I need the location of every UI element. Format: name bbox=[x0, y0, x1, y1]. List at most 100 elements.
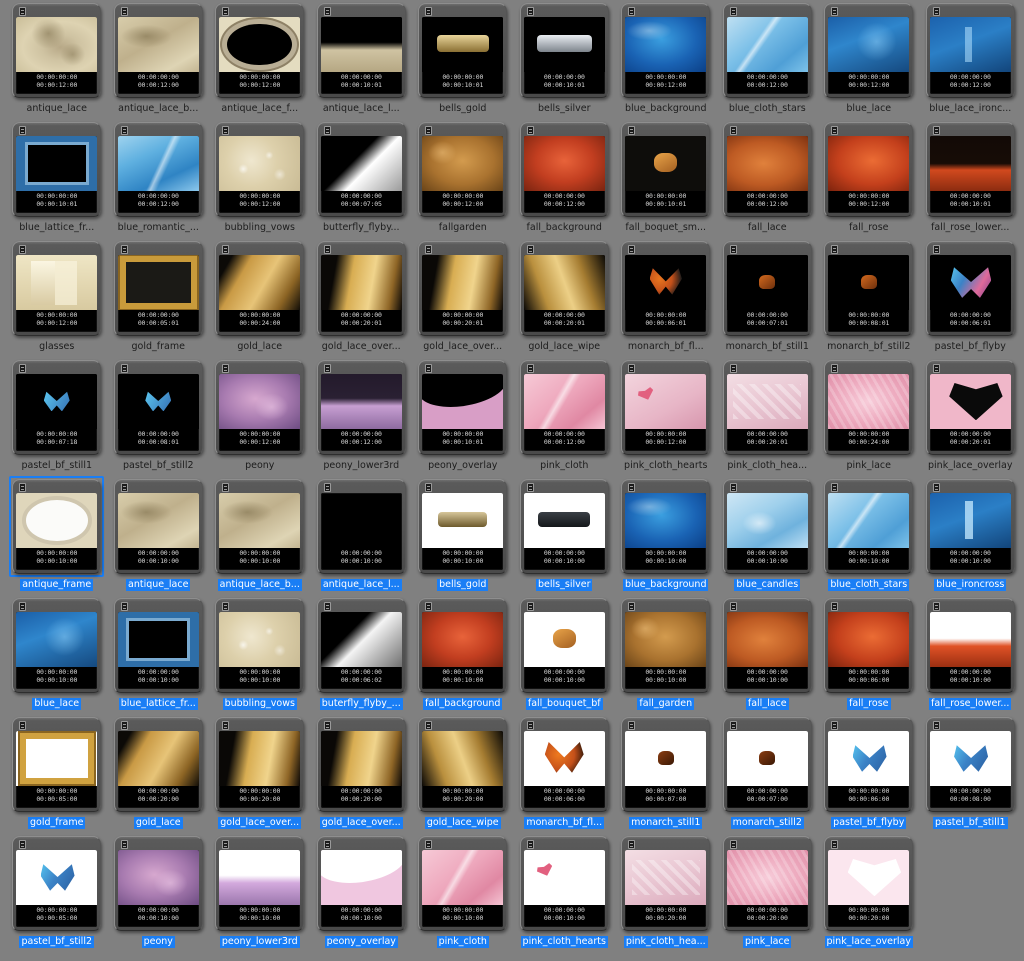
clip-card[interactable]: 00:00:00:00 00:00:10:00 bbox=[111, 833, 206, 934]
clip-label[interactable]: pastel_bf_still1 bbox=[932, 817, 1008, 829]
clip-label[interactable]: pink_cloth_hea... bbox=[623, 936, 708, 948]
clip-card[interactable]: 00:00:00:00 00:00:20:00 bbox=[618, 833, 713, 934]
clip-card-body[interactable]: 00:00:00:00 00:00:10:00 bbox=[215, 836, 305, 931]
clip-thumbnail-item[interactable]: 00:00:00:00 00:00:12:00 fall_background bbox=[514, 119, 616, 238]
clip-card[interactable]: 00:00:00:00 00:00:08:01 bbox=[111, 357, 206, 458]
clip-card[interactable]: 00:00:00:00 00:00:24:00 bbox=[821, 357, 916, 458]
clip-thumbnail-item[interactable]: 00:00:00:00 00:00:10:00 fall_background bbox=[412, 595, 514, 714]
clip-card[interactable]: 00:00:00:00 00:00:10:00 bbox=[212, 476, 307, 577]
clip-card[interactable]: 00:00:00:00 00:00:08:01 bbox=[821, 238, 916, 339]
clip-thumbnail-item[interactable]: 00:00:00:00 00:00:12:00 blue_lace bbox=[818, 0, 920, 119]
clip-card-body[interactable]: 00:00:00:00 00:00:08:01 bbox=[824, 241, 914, 336]
clip-thumbnail-item[interactable]: 00:00:00:00 00:00:07:00 monarch_still1 bbox=[615, 714, 717, 833]
clip-card-body[interactable]: 00:00:00:00 00:00:06:02 bbox=[316, 598, 406, 693]
clip-thumbnail-item[interactable]: 00:00:00:00 00:00:12:00 bubbling_vows bbox=[209, 119, 311, 238]
clip-thumbnail-item[interactable]: 00:00:00:00 00:00:10:00 bubbling_vows bbox=[209, 595, 311, 714]
clip-label[interactable]: antique_lace_b... bbox=[116, 103, 200, 115]
clip-card[interactable]: 00:00:00:00 00:00:10:00 bbox=[212, 833, 307, 934]
clip-card[interactable]: 00:00:00:00 00:00:07:18 bbox=[9, 357, 104, 458]
clip-card[interactable]: 00:00:00:00 00:00:20:01 bbox=[517, 238, 612, 339]
clip-thumbnail-item[interactable]: 00:00:00:00 00:00:10:01 antique_lace_l... bbox=[311, 0, 413, 119]
clip-card-body[interactable]: 00:00:00:00 00:00:10:00 bbox=[824, 479, 914, 574]
clip-card[interactable]: 00:00:00:00 00:00:10:01 bbox=[618, 119, 713, 220]
clip-card[interactable]: 00:00:00:00 00:00:12:00 bbox=[923, 0, 1018, 101]
clip-card-body[interactable]: 00:00:00:00 00:00:10:00 bbox=[621, 598, 711, 693]
clip-card-body[interactable]: 00:00:00:00 00:00:10:00 bbox=[925, 479, 1015, 574]
clip-thumbnail-item[interactable]: 00:00:00:00 00:00:10:00 blue_candles bbox=[717, 476, 819, 595]
clip-thumbnail-item[interactable]: 00:00:00:00 00:00:12:00 glasses bbox=[6, 238, 108, 357]
clip-card-body[interactable]: 00:00:00:00 00:00:10:00 bbox=[418, 598, 508, 693]
clip-card[interactable]: 00:00:00:00 00:00:07:05 bbox=[314, 119, 409, 220]
clip-label[interactable]: pink_cloth bbox=[538, 460, 590, 472]
clip-card-body[interactable]: 00:00:00:00 00:00:20:00 bbox=[418, 717, 508, 812]
clip-thumbnail-item[interactable]: 00:00:00:00 00:00:10:00 fall_lace bbox=[717, 595, 819, 714]
clip-label[interactable]: blue_lattice_fr... bbox=[118, 698, 198, 710]
clip-card-body[interactable]: 00:00:00:00 00:00:10:00 bbox=[519, 836, 609, 931]
clip-card-body[interactable]: 00:00:00:00 00:00:10:01 bbox=[925, 122, 1015, 217]
clip-card[interactable]: 00:00:00:00 00:00:10:00 bbox=[821, 476, 916, 577]
clip-card-body[interactable]: 00:00:00:00 00:00:10:00 bbox=[316, 479, 406, 574]
clip-label[interactable]: pink_cloth_hea... bbox=[725, 460, 809, 472]
clip-thumbnail-item[interactable]: 00:00:00:00 00:00:20:00 pink_cloth_hea... bbox=[615, 833, 717, 952]
clip-thumbnail-item[interactable]: 00:00:00:00 00:00:20:00 pink_lace_overlay bbox=[818, 833, 920, 952]
clip-label[interactable]: fall_rose bbox=[847, 698, 891, 710]
clip-card-body[interactable]: 00:00:00:00 00:00:10:00 bbox=[113, 598, 203, 693]
clip-card[interactable]: 00:00:00:00 00:00:10:00 bbox=[517, 833, 612, 934]
clip-label[interactable]: gold_frame bbox=[130, 341, 187, 353]
clip-thumbnail-item[interactable]: 00:00:00:00 00:00:10:00 antique_lace_l... bbox=[311, 476, 413, 595]
clip-label[interactable]: gold_frame bbox=[28, 817, 86, 829]
clip-card-body[interactable]: 00:00:00:00 00:00:20:01 bbox=[722, 360, 812, 455]
clip-label[interactable]: fall_rose_lower... bbox=[929, 698, 1012, 710]
clip-label[interactable]: pink_lace_overlay bbox=[824, 936, 913, 948]
clip-label[interactable]: peony bbox=[243, 460, 276, 472]
clip-card[interactable]: 00:00:00:00 00:00:05:00 bbox=[9, 714, 104, 815]
clip-label[interactable]: pink_lace bbox=[743, 936, 792, 948]
clip-card-body[interactable]: 00:00:00:00 00:00:10:00 bbox=[418, 479, 508, 574]
clip-label[interactable]: blue_candles bbox=[734, 579, 801, 591]
clip-card[interactable]: 00:00:00:00 00:00:12:00 bbox=[821, 119, 916, 220]
clip-label[interactable]: monarch_still2 bbox=[730, 817, 804, 829]
clip-label[interactable]: peony_lower3rd bbox=[321, 460, 401, 472]
clip-thumbnail-item[interactable]: 00:00:00:00 00:00:20:01 pink_lace_overlay bbox=[920, 357, 1022, 476]
clip-thumbnail-item[interactable]: 00:00:00:00 00:00:10:01 blue_lattice_fr... bbox=[6, 119, 108, 238]
clip-card[interactable]: 00:00:00:00 00:00:10:00 bbox=[517, 476, 612, 577]
clip-label[interactable]: antique_lace_l... bbox=[321, 103, 402, 115]
clip-thumbnail-item[interactable]: 00:00:00:00 00:00:10:00 fall_rose_lower... bbox=[920, 595, 1022, 714]
clip-label[interactable]: fall_bouquet_bf bbox=[525, 698, 603, 710]
clip-label[interactable]: gold_lace_wipe bbox=[424, 817, 501, 829]
clip-thumbnail-item[interactable]: 00:00:00:00 00:00:12:00 peony_lower3rd bbox=[311, 357, 413, 476]
clip-card[interactable]: 00:00:00:00 00:00:20:01 bbox=[415, 238, 510, 339]
clip-label[interactable]: blue_lace bbox=[844, 103, 893, 115]
clip-card-body[interactable]: 00:00:00:00 00:00:12:00 bbox=[621, 360, 711, 455]
clip-card[interactable]: 00:00:00:00 00:00:10:01 bbox=[923, 119, 1018, 220]
clip-thumbnail-item[interactable]: 00:00:00:00 00:00:12:00 fall_lace bbox=[717, 119, 819, 238]
clip-card-body[interactable]: 00:00:00:00 00:00:06:00 bbox=[824, 598, 914, 693]
clip-label[interactable]: fall_boquet_sm... bbox=[623, 222, 708, 234]
clip-card[interactable]: 00:00:00:00 00:00:10:01 bbox=[415, 0, 510, 101]
clip-card-body[interactable]: 00:00:00:00 00:00:12:00 bbox=[418, 122, 508, 217]
clip-card-body[interactable]: 00:00:00:00 00:00:24:00 bbox=[215, 241, 305, 336]
clip-thumbnail-item[interactable]: 00:00:00:00 00:00:20:00 gold_lace_over... bbox=[209, 714, 311, 833]
clip-label[interactable]: monarch_bf_still1 bbox=[724, 341, 811, 353]
clip-card-body[interactable]: 00:00:00:00 00:00:20:01 bbox=[925, 360, 1015, 455]
clip-label[interactable]: blue_romantic_... bbox=[116, 222, 201, 234]
clip-card[interactable]: 00:00:00:00 00:00:10:00 bbox=[720, 595, 815, 696]
clip-card-body[interactable]: 00:00:00:00 00:00:12:00 bbox=[12, 241, 102, 336]
clip-label[interactable]: blue_ironcross bbox=[934, 579, 1007, 591]
clip-card[interactable]: 00:00:00:00 00:00:20:00 bbox=[415, 714, 510, 815]
clip-card[interactable]: 00:00:00:00 00:00:06:00 bbox=[821, 595, 916, 696]
clip-card[interactable]: 00:00:00:00 00:00:10:00 bbox=[618, 476, 713, 577]
clip-label[interactable]: monarch_still1 bbox=[629, 817, 703, 829]
clip-label[interactable]: fall_background bbox=[525, 222, 604, 234]
clip-thumbnail-item[interactable]: 00:00:00:00 00:00:10:00 pink_cloth_hearts bbox=[514, 833, 616, 952]
clip-card-body[interactable]: 00:00:00:00 00:00:07:00 bbox=[722, 717, 812, 812]
clip-label[interactable]: fall_garden bbox=[637, 698, 695, 710]
clip-card-body[interactable]: 00:00:00:00 00:00:20:01 bbox=[418, 241, 508, 336]
clip-card-body[interactable]: 00:00:00:00 00:00:10:00 bbox=[215, 598, 305, 693]
clip-thumbnail-item[interactable]: 00:00:00:00 00:00:20:01 pink_cloth_hea... bbox=[717, 357, 819, 476]
clip-thumbnail-item[interactable]: 00:00:00:00 00:00:12:00 blue_romantic_... bbox=[108, 119, 210, 238]
clip-thumbnail-item[interactable]: 00:00:00:00 00:00:07:00 monarch_still2 bbox=[717, 714, 819, 833]
clip-card-body[interactable]: 00:00:00:00 00:00:05:00 bbox=[12, 717, 102, 812]
clip-card-body[interactable]: 00:00:00:00 00:00:10:00 bbox=[316, 836, 406, 931]
clip-card[interactable]: 00:00:00:00 00:00:10:00 bbox=[111, 595, 206, 696]
